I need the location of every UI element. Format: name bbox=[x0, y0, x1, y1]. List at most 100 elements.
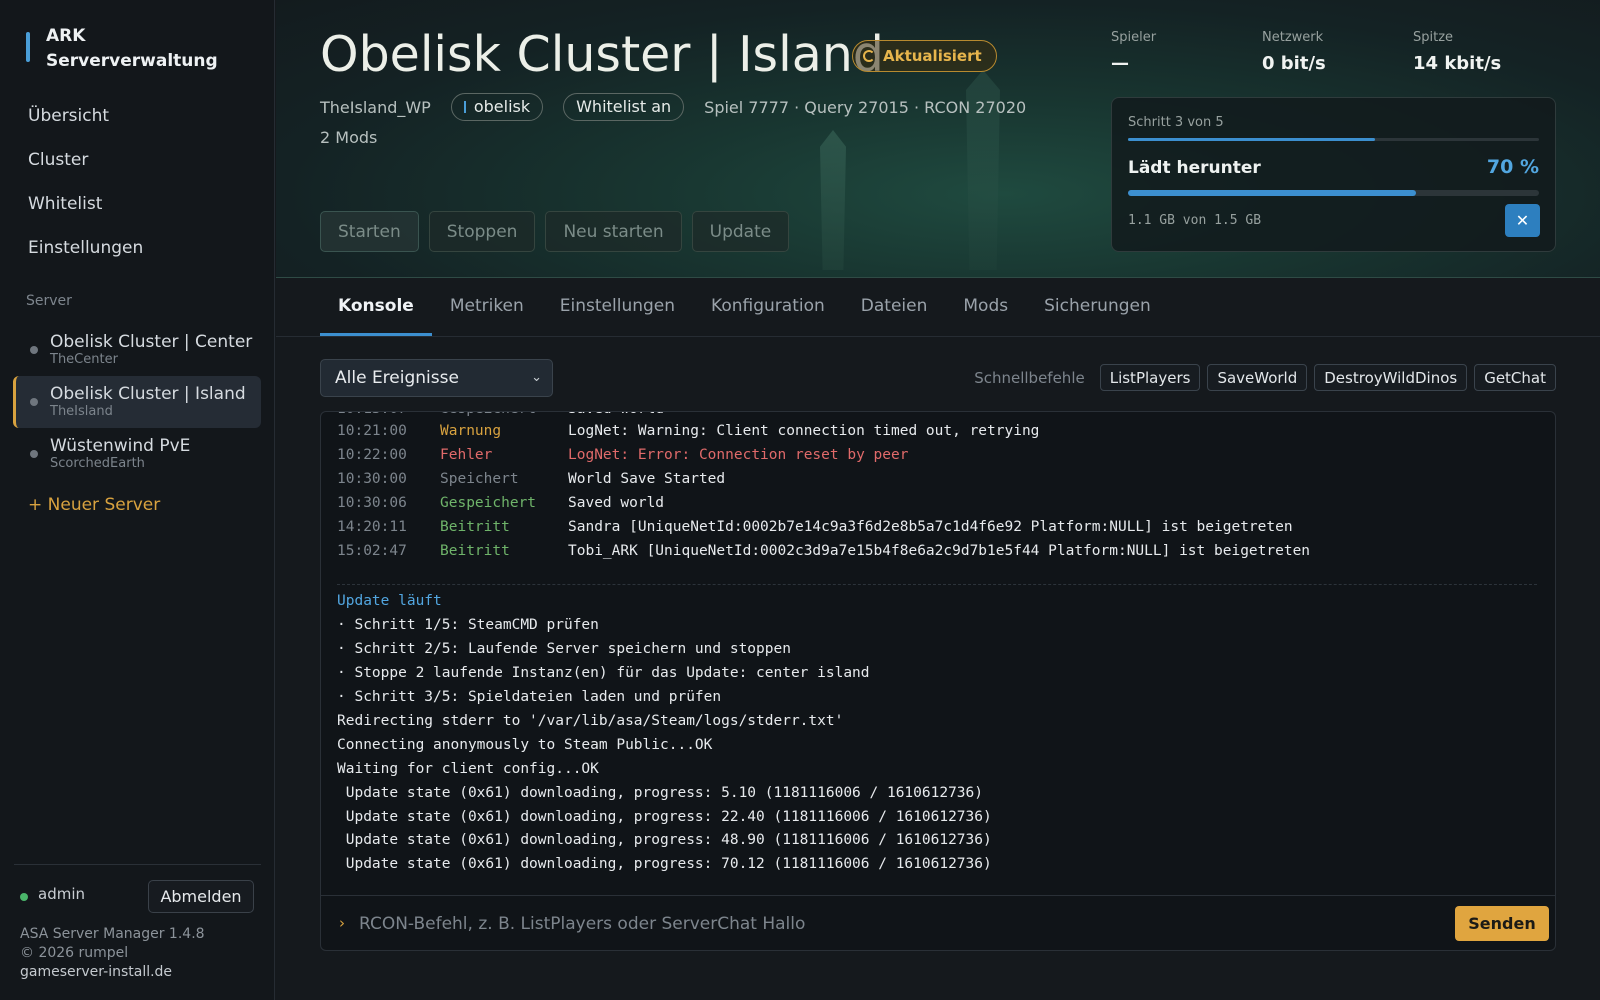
tab-metriken[interactable]: Metriken bbox=[432, 279, 542, 336]
tab-dateien[interactable]: Dateien bbox=[843, 279, 946, 336]
update-output-line: · Schritt 1/5: SteamCMD prüfen bbox=[337, 617, 599, 633]
mods-count: 2 Mods bbox=[320, 128, 378, 147]
log-message: LogNet: Error: Connection reset by peer bbox=[568, 447, 909, 463]
log-time: 10:30:00 bbox=[337, 471, 407, 487]
log-time: 10:21:00 bbox=[337, 423, 407, 439]
brand-accent-bar bbox=[26, 32, 30, 62]
log-time: 10:22:00 bbox=[337, 447, 407, 463]
server-item-center[interactable]: Obelisk Cluster | Center TheCenter bbox=[13, 324, 261, 376]
server-name: Obelisk Cluster | Island bbox=[50, 384, 246, 404]
status-text: Aktualisiert bbox=[883, 47, 982, 65]
update-progress-card: Schritt 3 von 5 Lädt herunter 70 % 1.1 G… bbox=[1111, 97, 1556, 252]
rcon-bar: › Senden bbox=[321, 895, 1555, 950]
download-progress-fill bbox=[1128, 190, 1416, 196]
site-link[interactable]: gameserver-install.de bbox=[20, 963, 205, 982]
quick-cmd-destroywilddinos[interactable]: DestroyWildDinos bbox=[1314, 364, 1468, 391]
rcon-command-input[interactable] bbox=[359, 908, 1409, 940]
tab-konsole[interactable]: Konsole bbox=[320, 279, 432, 336]
cancel-update-button[interactable]: ✕ bbox=[1505, 204, 1540, 237]
logout-button[interactable]: Abmelden bbox=[148, 880, 254, 913]
app-version: ASA Server Manager 1.4.8 bbox=[20, 926, 205, 942]
log-kind: Beitritt bbox=[440, 543, 510, 559]
server-name: Wüstenwind PvE bbox=[50, 436, 191, 456]
server-stats: Spieler — Netzwerk 0 bit/s Spitze 14 kbi… bbox=[1111, 30, 1564, 74]
current-user: admin bbox=[38, 885, 85, 903]
quick-cmd-getchat[interactable]: GetChat bbox=[1474, 364, 1556, 391]
online-status-dot bbox=[20, 893, 28, 901]
main-nav: Übersicht Cluster Whitelist Einstellunge… bbox=[14, 95, 261, 271]
download-size: 1.1 GB von 1.5 GB bbox=[1128, 213, 1262, 228]
server-status-dot bbox=[30, 346, 38, 354]
brand-line-2: Serververwaltung bbox=[46, 51, 218, 71]
log-message: World Save Started bbox=[568, 471, 726, 487]
step-progress-fill bbox=[1128, 138, 1375, 141]
status-badge: Aktualisiert bbox=[852, 40, 997, 72]
quick-cmd-listplayers[interactable]: ListPlayers bbox=[1099, 364, 1201, 391]
console-log[interactable]: 10:13:07GespeichertSaved world 10:21:00 … bbox=[337, 412, 1537, 896]
stat-peak: Spitze 14 kbit/s bbox=[1413, 30, 1564, 74]
start-button[interactable]: Starten bbox=[320, 211, 419, 252]
restart-button[interactable]: Neu starten bbox=[545, 211, 682, 252]
server-item-wuestenwind[interactable]: Wüstenwind PvE ScorchedEarth bbox=[13, 428, 261, 480]
tab-sicherungen[interactable]: Sicherungen bbox=[1026, 279, 1169, 336]
tab-bar: Konsole Metriken Einstellungen Konfigura… bbox=[320, 279, 1169, 336]
log-message: LogNet: Warning: Client connection timed… bbox=[568, 423, 1040, 439]
server-meta: TheIsland_WP obelisk Whitelist an Spiel … bbox=[320, 93, 1026, 121]
tab-mods[interactable]: Mods bbox=[945, 279, 1026, 336]
ports-info: Spiel 7777 · Query 27015 · RCON 27020 bbox=[704, 97, 1027, 117]
server-name: Obelisk Cluster | Center bbox=[50, 332, 253, 352]
server-map: ScorchedEarth bbox=[50, 456, 145, 471]
map-id: TheIsland_WP bbox=[320, 97, 431, 117]
event-filter-value: Alle Ereignisse bbox=[335, 368, 459, 388]
quick-commands: Schnellbefehle ListPlayers SaveWorld Des… bbox=[974, 364, 1556, 391]
stat-value: — bbox=[1111, 53, 1129, 74]
stat-label: Spitze bbox=[1413, 30, 1454, 45]
background-obelisk-left bbox=[820, 130, 846, 270]
chevron-down-icon: ⌄ bbox=[531, 370, 542, 385]
update-output-line: · Schritt 2/5: Laufende Server speichern… bbox=[337, 641, 791, 657]
download-progress-track bbox=[1128, 190, 1539, 196]
log-kind: Speichert bbox=[440, 471, 519, 487]
tab-einstellungen[interactable]: Einstellungen bbox=[542, 279, 693, 336]
copyright: © 2026 rumpel bbox=[20, 945, 129, 961]
page-title: Obelisk Cluster | Island bbox=[320, 26, 884, 83]
send-button[interactable]: Senden bbox=[1455, 906, 1549, 941]
log-message: Sandra [UniqueNetId:0002b7e14c9a3f6d2e8b… bbox=[568, 519, 1293, 535]
log-kind: Gespeichert bbox=[440, 495, 537, 511]
update-output-line: Update state (0x61) downloading, progres… bbox=[337, 832, 992, 848]
nav-item-cluster[interactable]: Cluster bbox=[14, 139, 261, 183]
stat-network: Netzwerk 0 bit/s bbox=[1262, 30, 1413, 74]
server-actions: Starten Stoppen Neu starten Update bbox=[320, 211, 799, 252]
quick-cmd-saveworld[interactable]: SaveWorld bbox=[1207, 364, 1308, 391]
log-message: Saved world bbox=[568, 495, 665, 511]
log-kind: Warnung bbox=[440, 423, 502, 439]
stat-value: 14 kbit/s bbox=[1413, 53, 1502, 74]
nav-item-uebersicht[interactable]: Übersicht bbox=[14, 95, 261, 139]
new-server-link[interactable]: + Neuer Server bbox=[28, 495, 160, 515]
stat-label: Spieler bbox=[1111, 30, 1157, 45]
event-filter-select[interactable]: Alle Ereignisse ⌄ bbox=[320, 359, 553, 397]
update-button[interactable]: Update bbox=[691, 211, 790, 252]
tab-konfiguration[interactable]: Konfiguration bbox=[693, 279, 843, 336]
whitelist-chip: Whitelist an bbox=[563, 93, 685, 121]
update-output-line: · Stoppe 2 laufende Instanz(en) für das … bbox=[337, 665, 870, 681]
nav-item-whitelist[interactable]: Whitelist bbox=[14, 183, 261, 227]
stop-button[interactable]: Stoppen bbox=[428, 211, 536, 252]
sidebar-divider bbox=[14, 864, 261, 865]
server-item-island[interactable]: Obelisk Cluster | Island TheIsland bbox=[13, 376, 261, 428]
sidebar: ARK Serververwaltung Übersicht Cluster W… bbox=[0, 0, 275, 1000]
log-message: Tobi_ARK [UniqueNetId:0002c3d9a7e15b4f8e… bbox=[568, 543, 1311, 559]
brand: ARK Serververwaltung bbox=[26, 24, 218, 74]
stat-value: 0 bit/s bbox=[1262, 53, 1326, 74]
update-output-line: Connecting anonymously to Steam Public..… bbox=[337, 737, 713, 753]
server-list: Obelisk Cluster | Center TheCenter Obeli… bbox=[13, 324, 261, 480]
step-progress-track bbox=[1128, 138, 1539, 141]
nav-item-einstellungen[interactable]: Einstellungen bbox=[14, 227, 261, 271]
update-output-line: Update state (0x61) downloading, progres… bbox=[337, 785, 984, 801]
server-status-dot bbox=[30, 450, 38, 458]
cluster-chip: obelisk bbox=[450, 93, 544, 121]
server-map: TheCenter bbox=[50, 352, 118, 367]
stat-label: Netzwerk bbox=[1262, 30, 1324, 45]
server-header: Obelisk Cluster | Island Aktualisiert Th… bbox=[276, 0, 1600, 278]
sidebar-footer: ASA Server Manager 1.4.8 © 2026 rumpel g… bbox=[20, 925, 205, 982]
